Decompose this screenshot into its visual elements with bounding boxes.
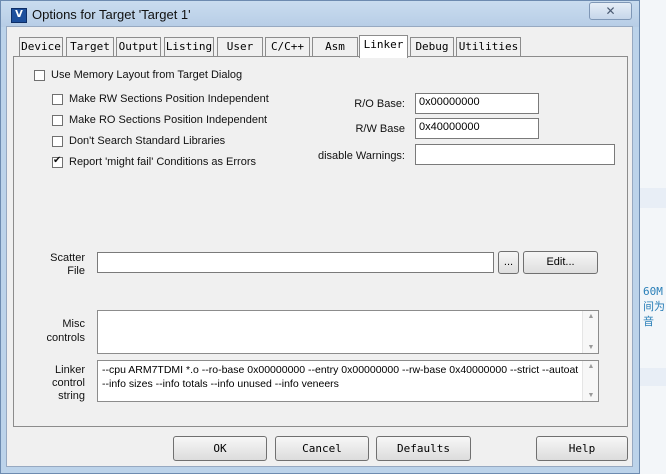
scroll-up-icon[interactable]: ▲ xyxy=(583,313,599,320)
close-button[interactable]: ✕ xyxy=(589,2,632,20)
report-might-fail-label: Report 'might fail' Conditions as Errors xyxy=(69,156,256,168)
scatter-file-label: Scatter xyxy=(50,252,85,264)
tab-listing[interactable]: Listing xyxy=(164,37,214,56)
dont-search-libraries-label: Don't Search Standard Libraries xyxy=(69,135,226,147)
control-string-line-2: --info sizes --info totals --info unused… xyxy=(102,378,339,390)
use-memory-layout-checkbox[interactable] xyxy=(34,70,45,81)
background-text: 音 xyxy=(643,315,654,328)
scroll-down-icon[interactable]: ▼ xyxy=(583,392,599,399)
dont-search-libraries-checkbox[interactable] xyxy=(52,136,63,147)
misc-controls-label: Misc xyxy=(62,318,85,330)
scroll-up-icon[interactable]: ▲ xyxy=(583,363,599,370)
scatter-browse-button[interactable]: ... xyxy=(498,251,519,274)
tab-linker[interactable]: Linker xyxy=(359,35,408,58)
tab-user[interactable]: User xyxy=(217,37,263,56)
tab-debug[interactable]: Debug xyxy=(410,37,454,56)
rw-base-label: R/W Base xyxy=(355,123,405,135)
tab-asm[interactable]: Asm xyxy=(312,37,358,56)
ok-button[interactable]: OK xyxy=(173,436,267,461)
scatter-edit-button[interactable]: Edit... xyxy=(523,251,598,274)
keil-app-icon: V xyxy=(11,8,27,23)
close-icon: ✕ xyxy=(605,4,616,18)
background-window xyxy=(640,0,666,474)
rw-base-input[interactable]: 0x40000000 xyxy=(415,118,539,139)
report-might-fail-checkbox[interactable] xyxy=(52,155,63,168)
misc-scrollbar[interactable]: ▲ ▼ xyxy=(582,311,598,353)
scatter-file-input[interactable] xyxy=(97,252,494,273)
use-memory-layout-label: Use Memory Layout from Target Dialog xyxy=(51,69,243,81)
control-string-line-1: --cpu ARM7TDMI *.o --ro-base 0x00000000 … xyxy=(102,364,579,376)
tab-output[interactable]: Output xyxy=(116,37,161,56)
defaults-button[interactable]: Defaults xyxy=(376,436,471,461)
tab-device[interactable]: Device xyxy=(19,37,63,56)
scatter-file-label: File xyxy=(67,265,85,277)
tab-target[interactable]: Target xyxy=(66,37,114,56)
disable-warnings-label: disable Warnings: xyxy=(317,150,405,162)
title-bar[interactable]: V Options for Target 'Target 1' ✕ xyxy=(1,1,639,27)
ro-position-independent-label: Make RO Sections Position Independent xyxy=(69,114,268,126)
linker-control-string-label: string xyxy=(58,390,85,402)
background-band xyxy=(640,368,666,386)
background-text: 间为 xyxy=(643,300,665,313)
misc-controls-textarea[interactable]: ▲ ▼ xyxy=(97,310,599,354)
scroll-down-icon[interactable]: ▼ xyxy=(583,344,599,351)
control-string-scrollbar[interactable]: ▲ ▼ xyxy=(582,361,598,401)
help-button[interactable]: Help xyxy=(536,436,628,461)
tab-cc[interactable]: C/C++ xyxy=(265,37,310,56)
background-band xyxy=(640,188,666,208)
linker-control-string-label: Linker xyxy=(55,364,85,376)
tab-utilities[interactable]: Utilities xyxy=(456,37,521,56)
cancel-button[interactable]: Cancel xyxy=(275,436,369,461)
window-title: Options for Target 'Target 1' xyxy=(32,7,191,22)
ro-base-label: R/O Base: xyxy=(354,98,405,110)
background-text: 60M xyxy=(643,285,663,298)
linker-control-string-textarea[interactable]: --cpu ARM7TDMI *.o --ro-base 0x00000000 … xyxy=(97,360,599,402)
ro-position-independent-checkbox[interactable] xyxy=(52,115,63,126)
disable-warnings-input[interactable] xyxy=(415,144,615,165)
rw-position-independent-label: Make RW Sections Position Independent xyxy=(69,93,269,105)
ro-base-input[interactable]: 0x00000000 xyxy=(415,93,539,114)
misc-controls-label: controls xyxy=(46,332,85,344)
rw-position-independent-checkbox[interactable] xyxy=(52,94,63,105)
linker-control-string-label: control xyxy=(51,377,85,389)
